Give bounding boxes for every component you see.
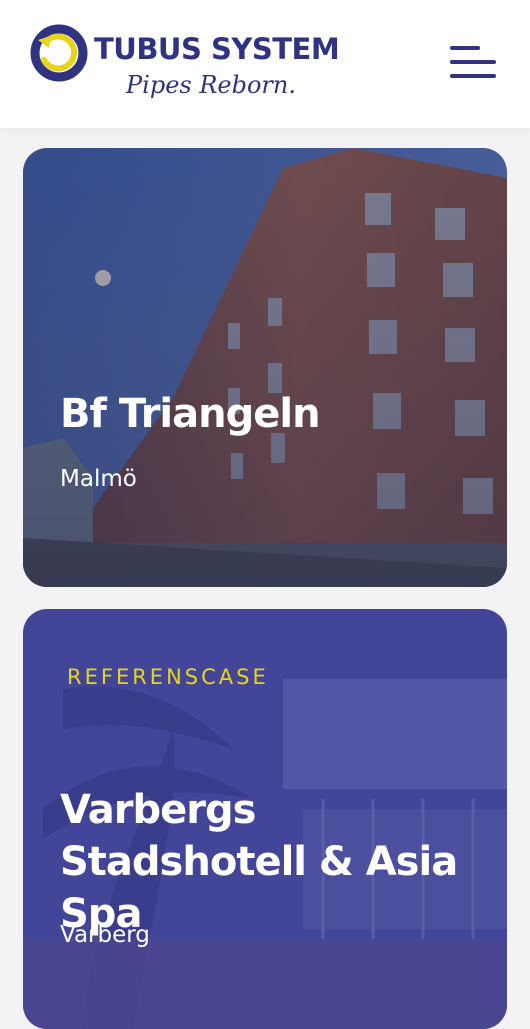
- menu-bar-top: [450, 46, 480, 50]
- brand-tagline: Pipes Reborn.: [126, 71, 296, 99]
- card-location: Malmö: [60, 466, 137, 492]
- tubus-logo-icon: [30, 24, 88, 82]
- site-header: TUBUS SYSTEM Pipes Reborn.: [0, 0, 530, 128]
- reference-card-varbergs-stadshotell[interactable]: REFERENSCASE Varbergs Stadshotell & Asia…: [23, 609, 507, 1029]
- card-title: Varbergs Stadshotell & Asia Spa: [60, 787, 458, 937]
- brand-logo[interactable]: TUBUS SYSTEM Pipes Reborn.: [30, 24, 340, 104]
- reference-card-bf-triangeln[interactable]: Bf Triangeln Malmö: [23, 148, 507, 587]
- card-eyebrow-label: REFERENSCASE: [67, 665, 269, 689]
- card-location: Varberg: [60, 922, 150, 948]
- menu-bar-middle: [450, 60, 496, 64]
- hamburger-menu-icon[interactable]: [450, 44, 496, 82]
- menu-bar-bottom: [450, 74, 496, 78]
- card-title: Bf Triangeln: [60, 391, 321, 437]
- card-overlay: [23, 148, 507, 587]
- brand-name: TUBUS SYSTEM: [94, 32, 340, 66]
